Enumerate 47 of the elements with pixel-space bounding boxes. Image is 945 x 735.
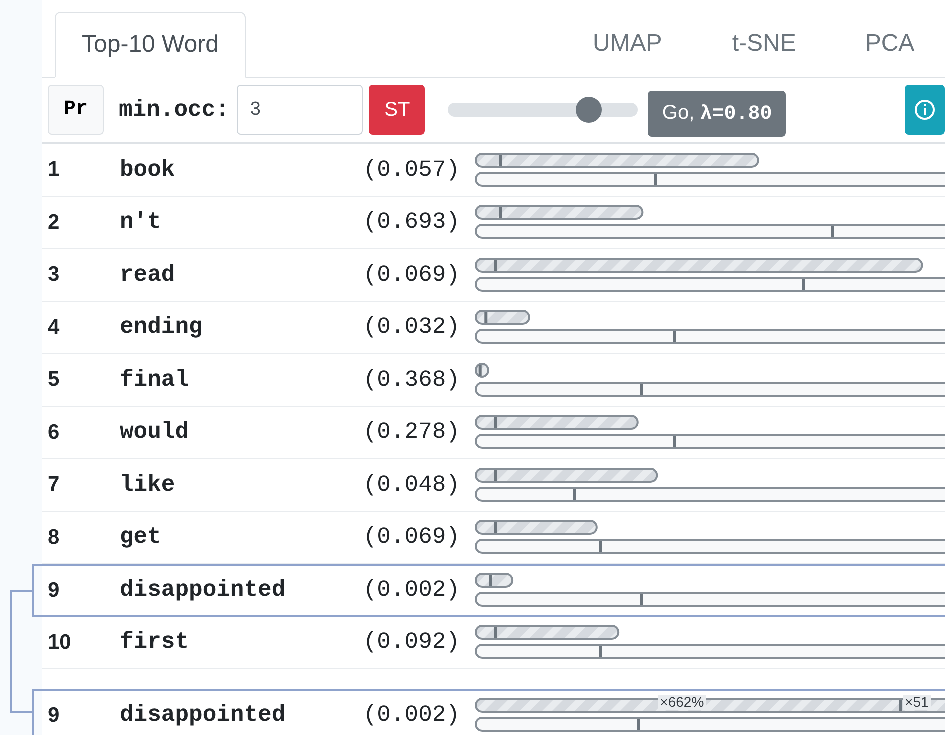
rank-number: 5 xyxy=(48,367,61,393)
st-button[interactable]: ST xyxy=(369,85,426,135)
rank-number: 4 xyxy=(48,314,61,340)
word-text: first xyxy=(120,628,190,657)
score-text: (0.693) xyxy=(362,208,460,237)
rank-number: 7 xyxy=(48,472,61,498)
slider[interactable] xyxy=(448,97,638,123)
tab[interactable]: t-SNE xyxy=(711,11,818,77)
word-text: like xyxy=(120,470,176,500)
rank-number: 2 xyxy=(48,210,61,236)
word-text: ending xyxy=(120,313,204,342)
word-text: would xyxy=(120,418,190,447)
rank-number: 3 xyxy=(48,262,61,288)
score-text: (0.002) xyxy=(362,701,460,730)
score-text: (0.368) xyxy=(362,366,460,394)
rank-number: 9 xyxy=(48,702,61,728)
info-button[interactable] xyxy=(905,85,945,135)
go-button[interactable]: Go, λ=0.80 xyxy=(648,91,786,137)
score-text: (0.048) xyxy=(362,470,460,500)
score-text: (0.278) xyxy=(362,418,460,447)
word-text: final xyxy=(120,366,190,394)
score-text: (0.057) xyxy=(362,156,460,184)
bar-label: ×662% xyxy=(658,695,706,710)
rank-number: 8 xyxy=(48,524,61,550)
score-text: (0.092) xyxy=(362,628,460,657)
word-text: n't xyxy=(120,208,162,237)
word-text: disappointed xyxy=(120,576,287,605)
score-text: (0.002) xyxy=(362,576,460,605)
tab[interactable]: UMAP xyxy=(572,11,684,77)
word-text: get xyxy=(120,523,162,552)
score-text: (0.032) xyxy=(362,313,460,342)
bar-label: ×51 xyxy=(903,695,931,710)
pr-button[interactable]: Pr xyxy=(48,85,104,135)
score-text: (0.069) xyxy=(362,523,460,552)
tab[interactable]: Top-10 Word xyxy=(55,12,246,78)
rank-number: 9 xyxy=(48,578,61,604)
min-occ-label: min.occ: xyxy=(119,96,230,125)
word-text: disappointed xyxy=(120,701,287,730)
min-occ-input[interactable]: 3 xyxy=(237,85,364,135)
word-text: read xyxy=(120,260,176,290)
info-icon xyxy=(914,99,936,121)
score-text: (0.069) xyxy=(362,260,460,290)
word-text: book xyxy=(120,156,176,184)
rank-number: 6 xyxy=(48,420,61,446)
tab[interactable]: PCA xyxy=(844,11,936,77)
rank-number: 10 xyxy=(48,630,72,656)
rank-number: 1 xyxy=(48,157,61,183)
